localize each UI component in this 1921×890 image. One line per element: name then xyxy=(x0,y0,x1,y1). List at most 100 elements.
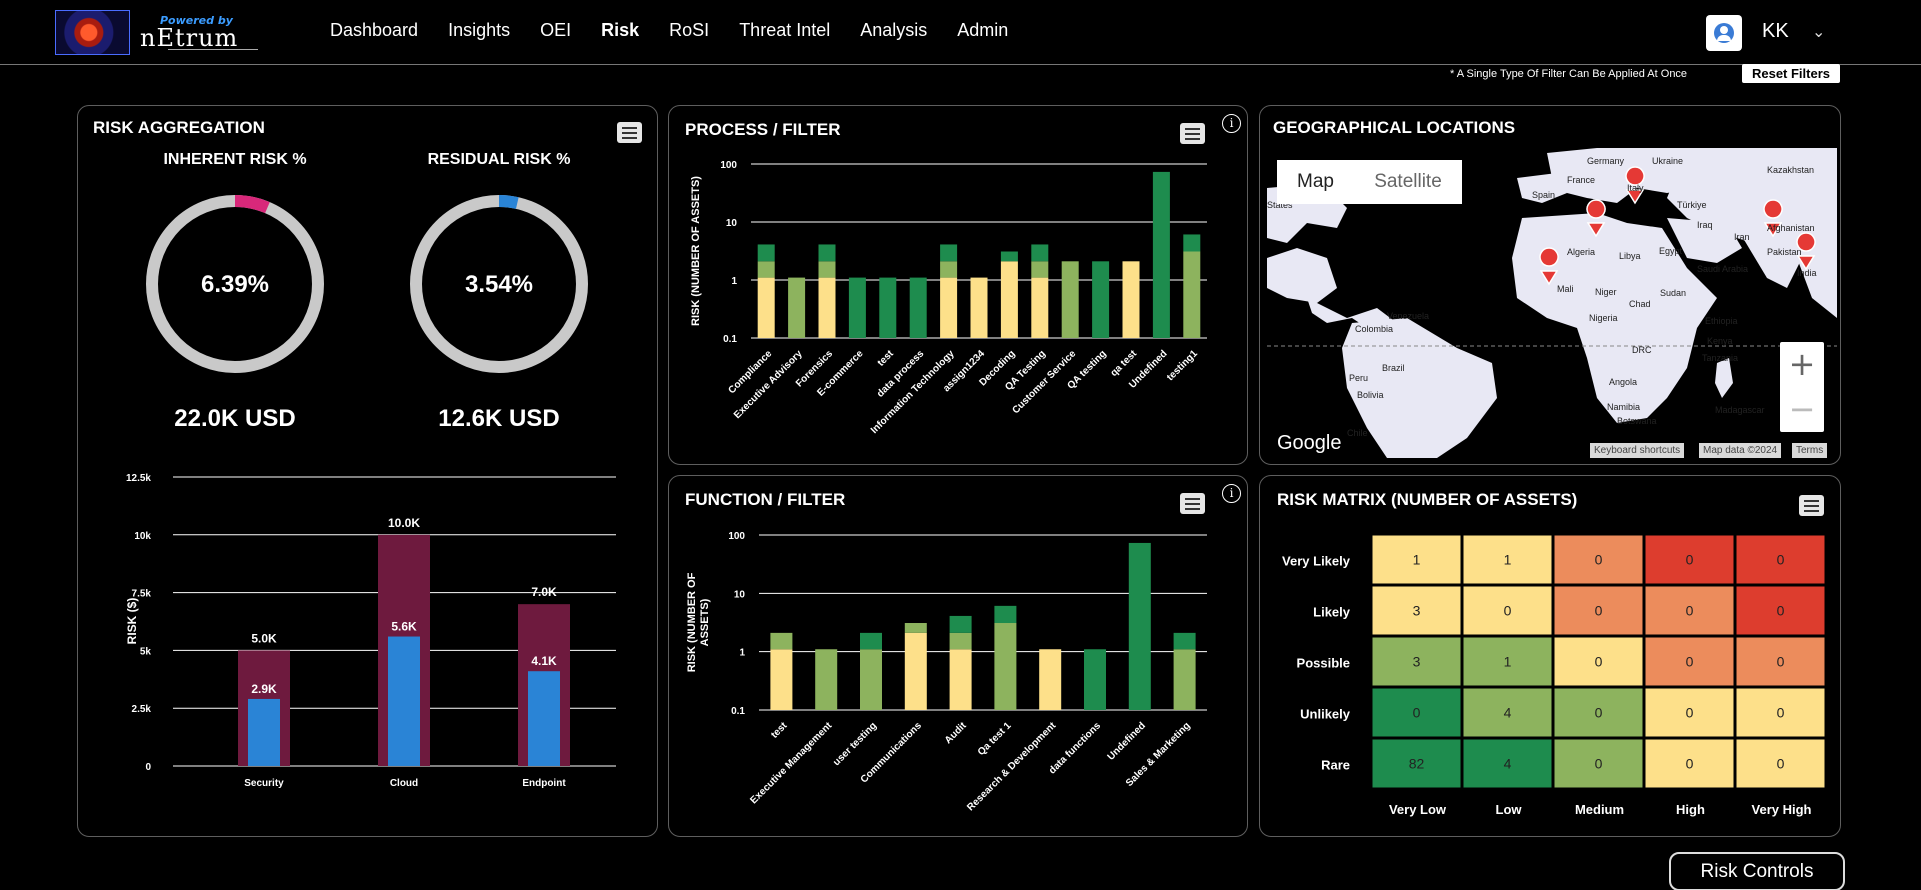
bar-segment[interactable] xyxy=(788,277,806,338)
y-tick-label: 0.1 xyxy=(731,706,745,717)
bar-segment[interactable] xyxy=(757,277,775,338)
risk-controls-button[interactable]: Risk Controls xyxy=(1669,852,1845,890)
map-place-label: Italy xyxy=(1627,183,1644,193)
satellite-view-tab[interactable]: Satellite xyxy=(1354,160,1462,204)
bar-residual-risk[interactable] xyxy=(248,698,280,766)
x-tick-label: Audit xyxy=(943,720,969,746)
bar-segment[interactable] xyxy=(949,632,972,650)
nav-dashboard[interactable]: Dashboard xyxy=(330,20,418,41)
panel-title: GEOGRAPHICAL LOCATIONS xyxy=(1273,118,1516,137)
residual-risk-label: RESIDUAL RISK % xyxy=(428,151,571,168)
bar-segment[interactable] xyxy=(1173,649,1196,710)
bar-segment[interactable] xyxy=(1061,261,1079,338)
filter-note: * A Single Type Of Filter Can Be Applied… xyxy=(1450,68,1688,80)
bar-residual-risk[interactable] xyxy=(388,636,420,766)
matrix-cell-value: 4 xyxy=(1504,705,1512,721)
bar-residual-label: 2.9K xyxy=(251,682,277,696)
matrix-cell-value: 0 xyxy=(1777,552,1785,568)
bar-segment[interactable] xyxy=(909,277,927,338)
bar-segment[interactable] xyxy=(1183,251,1201,338)
bar-segment[interactable] xyxy=(1183,234,1201,252)
nav-risk[interactable]: Risk xyxy=(601,20,639,41)
bar-segment[interactable] xyxy=(1152,171,1170,338)
x-tick-label: Endpoint xyxy=(522,778,566,789)
map-view-tab[interactable]: Map xyxy=(1277,160,1354,204)
bar-segment[interactable] xyxy=(815,649,838,710)
bar-segment[interactable] xyxy=(818,261,836,278)
nav-insights[interactable]: Insights xyxy=(448,20,510,41)
bar-segment[interactable] xyxy=(818,277,836,338)
x-tick-label: Qa test 1 xyxy=(976,720,1014,758)
risk-aggregation-panel: RISK AGGREGATION INHERENT RISK % RESIDUA… xyxy=(77,105,658,837)
bar-residual-risk[interactable] xyxy=(528,671,560,766)
risk-matrix-grid: Very Likely 1 1 0 0 0 Likely 3 0 0 0 0 Possible 3 1 0 0 0… xyxy=(1282,534,1826,817)
bar-segment[interactable] xyxy=(904,632,927,710)
zoom-out-button[interactable]: − xyxy=(1780,387,1824,432)
map-terms-link[interactable]: Terms xyxy=(1792,443,1828,458)
bar-segment[interactable] xyxy=(860,649,882,710)
bar-segment[interactable] xyxy=(1084,649,1106,710)
map-place-label: Türkiye xyxy=(1677,200,1707,210)
x-tick-label: testing1 xyxy=(1165,348,1200,383)
bar-segment[interactable] xyxy=(949,649,972,710)
bar-segment[interactable] xyxy=(1092,261,1110,338)
x-tick-label: test xyxy=(876,348,897,369)
bar-segment[interactable] xyxy=(904,623,927,633)
zoom-in-button[interactable]: + xyxy=(1780,342,1824,387)
bar-segment[interactable] xyxy=(1039,649,1062,710)
x-tick-label: Executive Management xyxy=(748,720,834,806)
y-tick-label: 1 xyxy=(739,648,745,659)
nav-oei[interactable]: OEI xyxy=(540,20,571,41)
matrix-cell-value: 0 xyxy=(1686,756,1694,772)
bar-segment[interactable] xyxy=(1031,277,1049,338)
main-nav: Dashboard Insights OEI Risk RoSI Threat … xyxy=(330,20,1038,41)
bar-segment[interactable] xyxy=(1173,632,1196,650)
matrix-cell-value: 0 xyxy=(1777,705,1785,721)
nav-analysis[interactable]: Analysis xyxy=(860,20,927,41)
nav-rosi[interactable]: RoSI xyxy=(669,20,709,41)
inherent-risk-label: INHERENT RISK % xyxy=(163,151,306,168)
chevron-down-icon[interactable]: ⌄ xyxy=(1812,22,1825,41)
netrum-logo-image[interactable] xyxy=(55,10,130,55)
bar-segment[interactable] xyxy=(940,244,958,262)
nav-admin[interactable]: Admin xyxy=(957,20,1008,41)
bar-segment[interactable] xyxy=(770,649,793,710)
bar-segment[interactable] xyxy=(879,277,897,338)
bar-segment[interactable] xyxy=(949,615,972,633)
map-place-label: Algeria xyxy=(1567,247,1595,257)
residual-risk-amount: 12.6K USD xyxy=(438,405,559,432)
x-tick-label: Undefined xyxy=(1106,720,1148,762)
bar-segment[interactable] xyxy=(1000,261,1018,338)
matrix-cell-value: 1 xyxy=(1504,552,1512,568)
map-place-label: Peru xyxy=(1349,373,1368,383)
bar-segment[interactable] xyxy=(757,244,775,262)
bar-segment[interactable] xyxy=(770,632,793,650)
user-avatar-icon[interactable] xyxy=(1706,15,1742,51)
y-axis-label: RISK (NUMBER OF xyxy=(686,572,698,672)
user-initials[interactable]: KK xyxy=(1762,20,1789,43)
keyboard-shortcuts-link[interactable]: Keyboard shortcuts xyxy=(1590,443,1685,458)
bar-segment[interactable] xyxy=(860,632,882,650)
y-tick-label: 5k xyxy=(140,646,152,657)
bar-segment[interactable] xyxy=(940,277,958,338)
bar-segment[interactable] xyxy=(848,277,866,338)
nav-threat-intel[interactable]: Threat Intel xyxy=(739,20,830,41)
bar-segment[interactable] xyxy=(994,605,1017,624)
bar-segment[interactable] xyxy=(940,261,958,278)
google-logo: Google xyxy=(1277,432,1342,454)
bar-segment[interactable] xyxy=(970,277,988,338)
bar-segment[interactable] xyxy=(1031,244,1049,262)
matrix-cell-value: 0 xyxy=(1686,603,1694,619)
bar-segment[interactable] xyxy=(757,261,775,278)
reset-filters-button[interactable]: Reset Filters xyxy=(1742,64,1840,83)
bar-segment[interactable] xyxy=(818,244,836,262)
bar-segment[interactable] xyxy=(1128,542,1151,710)
bar-segment[interactable] xyxy=(994,623,1017,710)
function-filter-chart: 0.1 1 10 100 RISK (NUMBER OF ASSETS) testExecu… xyxy=(686,531,1207,813)
matrix-cell-value: 82 xyxy=(1409,756,1425,772)
bar-segment[interactable] xyxy=(1122,261,1140,338)
risk-aggregation-graphics: INHERENT RISK % RESIDUAL RISK % 6.39% 3.… xyxy=(125,151,616,789)
bar-segment[interactable] xyxy=(1031,261,1049,278)
matrix-cell-value: 0 xyxy=(1686,552,1694,568)
bar-segment[interactable] xyxy=(1000,251,1018,262)
